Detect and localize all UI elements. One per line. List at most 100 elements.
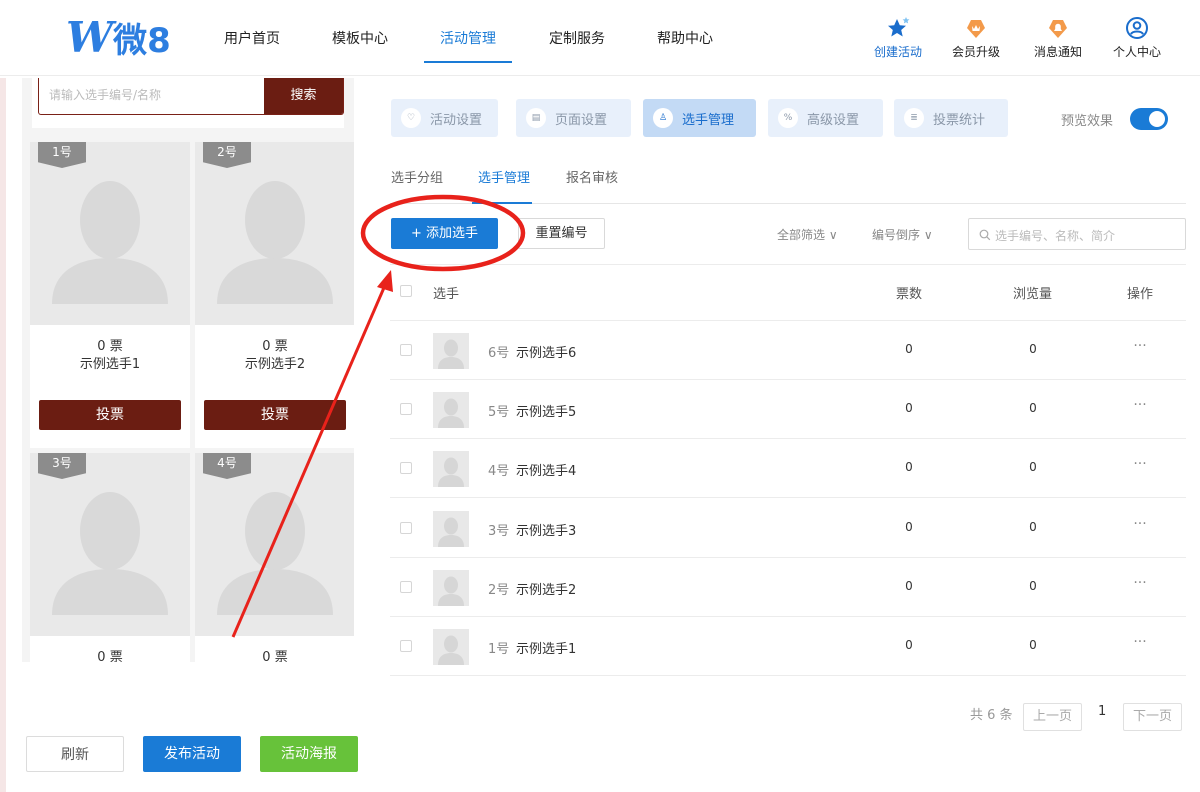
row-checkbox[interactable]	[400, 640, 412, 652]
more-actions-button[interactable]: ···	[1128, 575, 1152, 591]
tab-vote[interactable]: 投票	[105, 662, 188, 666]
row-divider	[390, 675, 1186, 676]
percent-icon: %	[778, 108, 798, 128]
tab-page-settings[interactable]: ▤ 页面设置	[516, 99, 631, 137]
tab-introduction[interactable]: 介绍	[22, 662, 105, 666]
contestant-name: 示例选手2	[516, 582, 577, 598]
list-icon: ≣	[904, 108, 924, 128]
publish-activity-button[interactable]: 发布活动	[143, 736, 241, 772]
phone-preview: 请输入选手编号/名称 搜索 1号 0 票 示例选手1 投票 2号 0 票 示例选…	[22, 78, 354, 666]
message-notification-button[interactable]: 消息通知	[1026, 16, 1090, 60]
contestant-views: 0	[1029, 638, 1037, 652]
more-actions-button[interactable]: ···	[1128, 338, 1152, 354]
top-navigation-bar: W 微8 用户首页 模板中心 活动管理 定制服务 帮助中心 创建活动 会员升级 …	[0, 0, 1200, 76]
subtab-contestant-groups[interactable]: 选手分组	[391, 167, 443, 186]
contestant-search-input[interactable]: 选手编号、名称、简介	[968, 218, 1186, 250]
user-circle-icon	[1126, 17, 1148, 39]
more-actions-button[interactable]: ···	[1128, 397, 1152, 413]
contestant-thumbnail	[433, 451, 469, 488]
person-silhouette-icon	[438, 517, 464, 547]
sort-order-dropdown[interactable]: 编号倒序 ∨	[872, 226, 933, 243]
preview-contestant-card[interactable]: 3号 0 票	[30, 453, 190, 666]
row-checkbox[interactable]	[400, 521, 412, 534]
contestant-votes: 0	[905, 342, 913, 356]
create-activity-button[interactable]: 创建活动	[866, 16, 930, 60]
nav-help-center[interactable]: 帮助中心	[657, 0, 713, 76]
tab-contestant-management[interactable]: ♙ 选手管理	[643, 99, 756, 137]
filter-all-dropdown[interactable]: 全部筛选 ∨	[777, 226, 838, 243]
tab-signup[interactable]: 报名	[271, 662, 354, 666]
contestant-thumbnail	[433, 510, 469, 547]
contestant-votes: 0 票	[262, 339, 288, 354]
personal-center-button[interactable]: 个人中心	[1105, 16, 1169, 60]
table-row[interactable]: 2号 示例选手2 0 0 ···	[372, 558, 1200, 617]
preview-contestant-card[interactable]: 4号 0 票	[195, 453, 354, 666]
member-upgrade-button[interactable]: 会员升级	[944, 16, 1008, 60]
tab-advanced-settings[interactable]: % 高级设置	[768, 99, 883, 137]
vote-button[interactable]: 投票	[204, 400, 346, 430]
current-page[interactable]: 1	[1098, 704, 1106, 719]
contestant-number: 5号	[488, 405, 510, 421]
nav-template-center[interactable]: 模板中心	[332, 0, 388, 76]
prev-page-button[interactable]: 上一页	[1023, 703, 1082, 731]
header-contestant: 选手	[433, 287, 460, 302]
person-silhouette-icon	[438, 635, 464, 665]
preview-contestant-card[interactable]: 1号 0 票 示例选手1 投票	[30, 142, 190, 448]
select-all-checkbox[interactable]	[400, 285, 412, 297]
bell-badge-icon	[1049, 20, 1067, 38]
preview-search-box[interactable]: 请输入选手编号/名称 搜索	[38, 78, 344, 115]
contestant-views: 0	[1029, 578, 1037, 593]
panel-edge	[0, 78, 6, 792]
table-row[interactable]: 3号 示例选手3 0 0 ···	[372, 499, 1200, 558]
tab-activity-settings[interactable]: ♡ 活动设置	[391, 99, 498, 137]
contestant-votes: 0	[905, 578, 913, 593]
activity-poster-button[interactable]: 活动海报	[260, 736, 358, 772]
table-row[interactable]: 1号 示例选手1 0 0 ···	[372, 617, 1200, 676]
subtab-contestant-management[interactable]: 选手管理	[478, 167, 530, 186]
subtab-active-underline	[472, 202, 532, 204]
more-actions-button[interactable]: ···	[1128, 516, 1152, 532]
nav-custom-service[interactable]: 定制服务	[549, 0, 605, 76]
person-silhouette-icon	[52, 181, 168, 304]
header-views: 浏览量	[1013, 287, 1053, 302]
more-actions-button[interactable]: ···	[1128, 634, 1152, 650]
tab-vote-statistics[interactable]: ≣ 投票统计	[894, 99, 1008, 137]
user-icon: ♙	[653, 108, 673, 128]
person-silhouette-icon	[217, 181, 333, 304]
preview-search-placeholder: 请输入选手编号/名称	[49, 88, 162, 102]
message-notification-label: 消息通知	[1033, 45, 1082, 59]
row-checkbox[interactable]	[400, 580, 412, 593]
row-checkbox[interactable]	[400, 462, 412, 475]
preview-search-area: 请输入选手编号/名称 搜索	[32, 78, 344, 128]
preview-contestant-card[interactable]: 2号 0 票 示例选手2 投票	[195, 142, 354, 448]
contestant-thumbnail	[433, 569, 469, 606]
personal-center-label: 个人中心	[1112, 45, 1161, 59]
contestant-name: 示例选手2	[244, 357, 306, 372]
contestant-votes: 0	[905, 519, 913, 534]
mobile-preview-panel: 请输入选手编号/名称 搜索 1号 0 票 示例选手1 投票 2号 0 票 示例选…	[0, 78, 372, 792]
nav-user-home[interactable]: 用户首页	[224, 0, 280, 76]
contestant-thumbnail	[433, 392, 469, 429]
row-checkbox[interactable]	[400, 403, 412, 416]
preview-effect-toggle[interactable]	[1130, 108, 1168, 130]
header-votes: 票数	[896, 287, 923, 302]
reset-numbers-button[interactable]: 重置编号	[518, 218, 605, 249]
add-contestant-button[interactable]: + 添加选手	[391, 218, 498, 249]
next-page-button[interactable]: 下一页	[1123, 703, 1182, 731]
person-silhouette-icon	[52, 492, 168, 615]
contestant-management-panel: ♡ 活动设置 ▤ 页面设置 ♙ 选手管理 % 高级设置 ≣ 投票统计 预览效果 …	[372, 78, 1200, 792]
nav-activity-management[interactable]: 活动管理	[424, 0, 512, 76]
row-checkbox[interactable]	[400, 344, 412, 356]
subtab-signup-review[interactable]: 报名审核	[566, 167, 618, 186]
vote-button[interactable]: 投票	[39, 400, 181, 430]
refresh-button[interactable]: 刷新	[26, 736, 124, 772]
logo[interactable]: W 微8	[66, 13, 171, 62]
preview-search-button[interactable]: 搜索	[264, 78, 343, 114]
tab-ranking[interactable]: 排行	[188, 662, 271, 666]
star-icon	[888, 17, 910, 37]
contestant-number: 1号	[488, 642, 510, 657]
table-row[interactable]: 5号 示例选手5 0 0 ···	[372, 380, 1200, 439]
table-row[interactable]: 4号 示例选手4 0 0 ···	[372, 439, 1200, 498]
more-actions-button[interactable]: ···	[1128, 456, 1152, 472]
table-row[interactable]: 6号 示例选手6 0 0 ···	[372, 321, 1200, 380]
